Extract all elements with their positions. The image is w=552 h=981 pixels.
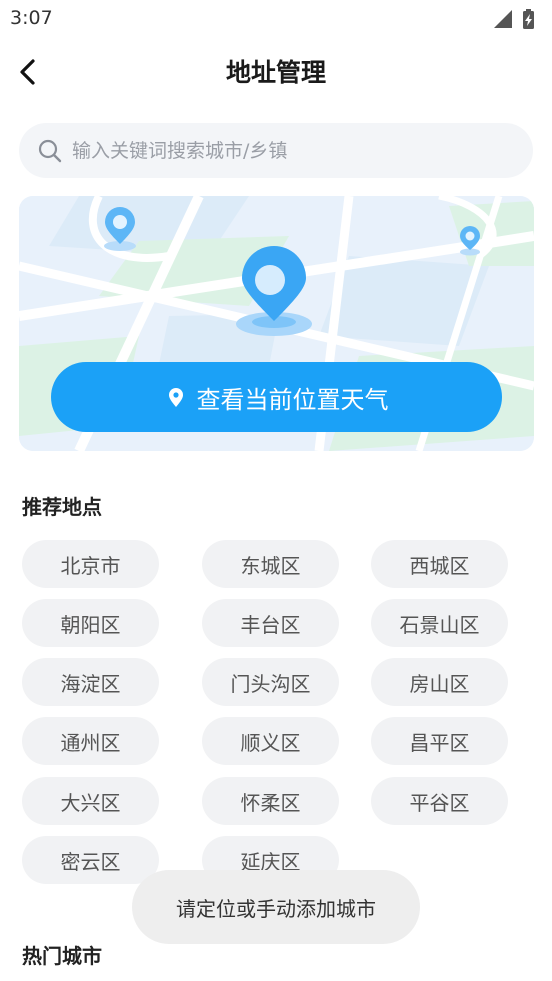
recommended-section-title: 推荐地点 bbox=[22, 495, 102, 519]
recommended-chip[interactable]: 房山区 bbox=[371, 658, 508, 706]
recommended-chip[interactable]: 门头沟区 bbox=[202, 658, 339, 706]
search-box[interactable] bbox=[19, 123, 533, 178]
map-card: 查看当前位置天气 bbox=[19, 196, 534, 451]
status-bar: 3:07 bbox=[0, 0, 552, 36]
locate-button-label: 查看当前位置天气 bbox=[196, 385, 389, 414]
recommended-chip[interactable]: 海淀区 bbox=[22, 658, 159, 706]
search-icon bbox=[38, 139, 62, 163]
recommended-chip[interactable]: 朝阳区 bbox=[22, 599, 159, 647]
recommended-chip[interactable]: 石景山区 bbox=[371, 599, 508, 647]
location-pin-icon bbox=[168, 388, 183, 407]
view-current-location-weather-button[interactable]: 查看当前位置天气 bbox=[51, 362, 502, 432]
page-title: 地址管理 bbox=[225, 58, 326, 87]
map-pin-small-right bbox=[460, 226, 480, 256]
recommended-chip[interactable]: 密云区 bbox=[22, 836, 159, 884]
recommended-chip[interactable]: 东城区 bbox=[202, 540, 339, 588]
map-pin-small-left bbox=[104, 207, 136, 251]
recommended-chip[interactable]: 大兴区 bbox=[22, 777, 159, 825]
recommended-chip[interactable]: 平谷区 bbox=[371, 777, 508, 825]
signal-icon bbox=[494, 10, 512, 28]
status-icons bbox=[492, 8, 542, 30]
recommended-chip[interactable]: 西城区 bbox=[371, 540, 508, 588]
recommended-chip[interactable]: 通州区 bbox=[22, 717, 159, 765]
header: 地址管理 bbox=[0, 40, 552, 102]
recommended-chip[interactable]: 北京市 bbox=[22, 540, 159, 588]
recommended-chip[interactable]: 顺义区 bbox=[202, 717, 339, 765]
status-time: 3:07 bbox=[10, 7, 53, 29]
recommended-chip[interactable]: 怀柔区 bbox=[202, 777, 339, 825]
battery-charging-icon bbox=[523, 9, 534, 29]
recommended-chip[interactable]: 丰台区 bbox=[202, 599, 339, 647]
search-input[interactable] bbox=[72, 123, 512, 178]
hot-cities-section-title: 热门城市 bbox=[22, 944, 102, 968]
toast-message: 请定位或手动添加城市 bbox=[132, 870, 420, 944]
recommended-chip[interactable]: 昌平区 bbox=[371, 717, 508, 765]
